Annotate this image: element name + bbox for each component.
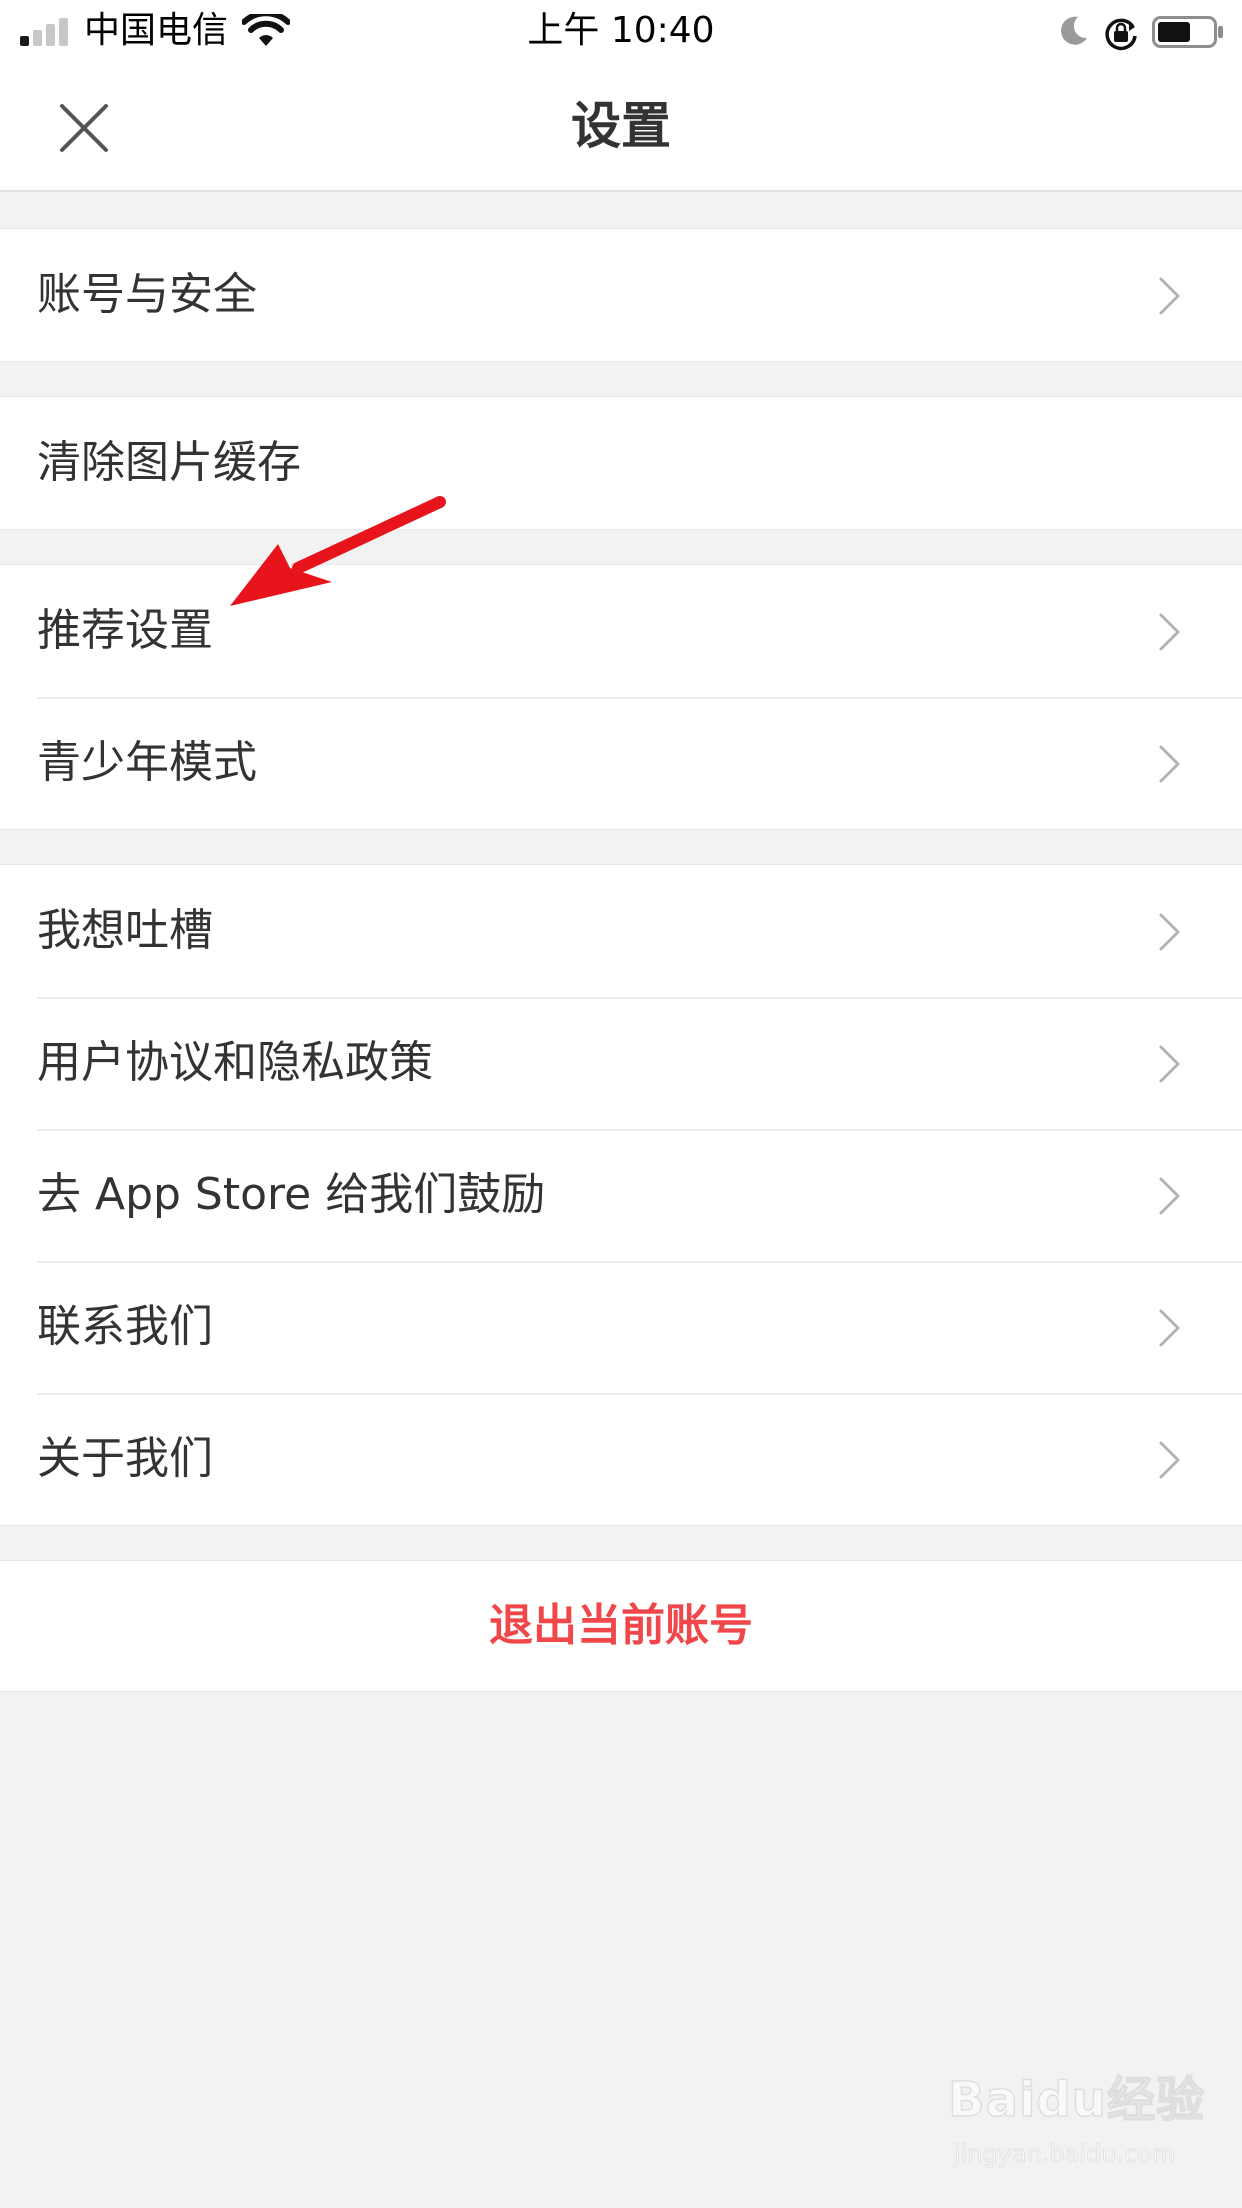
logout-button[interactable]: 退出当前账号 — [0, 1561, 1242, 1691]
settings-item-about-us[interactable]: 关于我们 — [0, 1393, 1242, 1525]
settings-group-content: 推荐设置 青少年模式 — [0, 564, 1242, 830]
settings-item-account-security[interactable]: 账号与安全 — [0, 229, 1242, 361]
settings-group-account: 账号与安全 — [0, 228, 1242, 362]
settings-item-teen-mode[interactable]: 青少年模式 — [0, 697, 1242, 829]
settings-item-contact-us[interactable]: 联系我们 — [0, 1261, 1242, 1393]
baidu-jingyan-watermark: Baidu经验 jingyan.baidu.com — [947, 2071, 1204, 2182]
settings-group-about: 我想吐槽 用户协议和隐私政策 去 App Store 给我们鼓励 联系我们 关于… — [0, 864, 1242, 1526]
settings-item-label: 联系我们 — [37, 1301, 213, 1352]
settings-item-label: 青少年模式 — [37, 737, 257, 788]
settings-item-label: 推荐设置 — [37, 605, 213, 656]
chevron-right-icon — [1159, 1177, 1180, 1215]
logout-label: 退出当前账号 — [489, 1600, 753, 1651]
do-not-disturb-icon — [1061, 16, 1087, 45]
settings-group-cache: 清除图片缓存 — [0, 396, 1242, 530]
battery-icon — [1152, 16, 1223, 48]
chevron-right-icon — [1159, 277, 1180, 315]
chevron-right-icon — [1159, 745, 1180, 783]
settings-item-label: 去 App Store 给我们鼓励 — [37, 1169, 546, 1220]
settings-item-feedback[interactable]: 我想吐槽 — [0, 865, 1242, 997]
page-title: 设置 — [571, 97, 671, 155]
status-bar: 中国电信 上午 10:40 — [0, 0, 1242, 62]
watermark-logo: Baidu经验 — [947, 2071, 1205, 2129]
logout-group: 退出当前账号 — [0, 1560, 1242, 1692]
settings-item-user-agreement-privacy[interactable]: 用户协议和隐私政策 — [0, 997, 1242, 1129]
settings-item-label: 关于我们 — [37, 1433, 213, 1484]
navigation-bar: 设置 — [0, 62, 1242, 192]
settings-item-label: 我想吐槽 — [37, 905, 213, 956]
chevron-right-icon — [1159, 913, 1180, 951]
chevron-right-icon — [1159, 1441, 1180, 1479]
settings-item-clear-image-cache[interactable]: 清除图片缓存 — [0, 397, 1242, 529]
chevron-right-icon — [1159, 1045, 1180, 1083]
chevron-right-icon — [1159, 613, 1180, 651]
settings-item-recommendation-settings[interactable]: 推荐设置 — [0, 565, 1242, 697]
settings-item-rate-app-store[interactable]: 去 App Store 给我们鼓励 — [0, 1129, 1242, 1261]
chevron-right-icon — [1159, 1309, 1180, 1347]
annotation-arrow-icon — [230, 496, 446, 606]
settings-item-label: 账号与安全 — [37, 269, 257, 320]
rotation-lock-icon — [1105, 18, 1137, 51]
watermark-url: jingyan.baidu.com — [954, 2140, 1176, 2169]
settings-screen: 中国电信 上午 10:40 设置 账号与安全 清除图片缓存 推荐设置 青少年模式… — [0, 0, 1242, 2208]
settings-item-label: 用户协议和隐私政策 — [37, 1037, 433, 1088]
